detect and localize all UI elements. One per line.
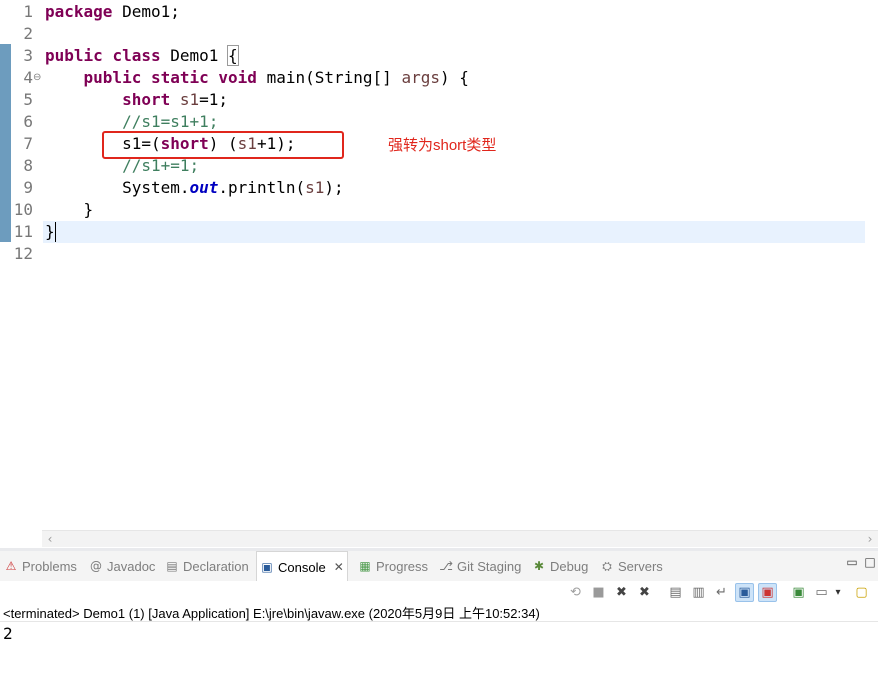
- code-line-10: }: [83, 200, 94, 219]
- code-line-1: package Demo1;: [45, 2, 180, 21]
- minimize-icon[interactable]: ▭: [845, 555, 859, 569]
- show-on-stdout-icon[interactable]: ▣: [735, 583, 754, 602]
- display-console-icon[interactable]: ▭: [812, 583, 831, 602]
- scroll-right-icon[interactable]: ›: [862, 531, 878, 547]
- line-number: 1: [23, 2, 33, 21]
- tab-problems[interactable]: ⚠ Problems: [1, 551, 80, 581]
- line-number: 12: [13, 244, 33, 263]
- change-ruler: [0, 44, 11, 242]
- console-status-line: <terminated> Demo1 (1) [Java Application…: [3, 606, 540, 621]
- matching-brace: {: [227, 45, 239, 66]
- line-number: 2: [23, 24, 33, 43]
- console-divider: [0, 621, 878, 622]
- code-line-9: System.out.println(s1);: [122, 178, 344, 197]
- servers-icon: ⛭: [602, 559, 612, 573]
- pin-console-icon[interactable]: ▣: [789, 583, 808, 602]
- declaration-icon: ▤: [166, 559, 178, 573]
- dropdown-icon[interactable]: ▾: [832, 583, 844, 602]
- text-caret: [55, 222, 56, 242]
- annotation-label: 强转为short类型: [388, 137, 497, 154]
- line-number: 4: [23, 68, 33, 87]
- console-output[interactable]: 2: [3, 624, 13, 643]
- code-editor[interactable]: 1 2 3 4 ⊖ 5 6 7 8 9 10 11 12 package Dem…: [0, 0, 878, 548]
- tab-console[interactable]: ▣ Console ✕: [256, 551, 348, 582]
- word-wrap-icon[interactable]: ↵: [712, 583, 731, 602]
- tab-javadoc[interactable]: @ Javadoc: [86, 551, 158, 581]
- stop-icon[interactable]: ■: [589, 583, 608, 602]
- tab-servers[interactable]: ⛭ Servers: [597, 551, 666, 581]
- problems-icon: ⚠: [5, 559, 17, 573]
- code-text-area[interactable]: package Demo1; public class Demo1 { publ…: [43, 0, 865, 530]
- progress-icon: ▦: [359, 559, 371, 573]
- line-number: 7: [23, 134, 33, 153]
- line-number: 11: [13, 222, 33, 241]
- maximize-icon[interactable]: □: [863, 555, 877, 569]
- line-number-gutter: 1 2 3 4 ⊖ 5 6 7 8 9 10 11 12: [11, 0, 42, 530]
- scroll-left-icon[interactable]: ‹: [42, 531, 58, 547]
- code-line-6: //s1=s1+1;: [122, 112, 219, 131]
- line-number: 5: [23, 90, 33, 109]
- tab-progress[interactable]: ▦ Progress: [355, 551, 431, 581]
- line-number: 9: [23, 178, 33, 197]
- code-line-3: public class Demo1 {: [45, 45, 239, 66]
- current-line-highlight: [43, 221, 865, 243]
- tab-debug[interactable]: ✱ Debug: [529, 551, 591, 581]
- overview-ruler: [865, 0, 878, 530]
- code-line-11: }: [45, 222, 55, 241]
- line-number: 10: [13, 200, 33, 219]
- annotation-highlight-box: [102, 131, 344, 159]
- link-icon[interactable]: ⟲: [566, 583, 585, 602]
- scroll-lock-icon[interactable]: ▥: [689, 583, 708, 602]
- open-console-icon[interactable]: ▢: [852, 583, 871, 602]
- console-icon: ▣: [261, 560, 273, 574]
- console-toolbar: ⟲ ■ ✖ ✖ ▤ ▥ ↵ ▣ ▣ ▣ ▭ ▾ ▢: [0, 581, 878, 605]
- line-number: 3: [23, 46, 33, 65]
- javadoc-icon: @: [90, 559, 102, 573]
- close-icon[interactable]: ✕: [334, 560, 344, 574]
- remove-launch-icon[interactable]: ✖: [612, 583, 631, 602]
- tab-declaration[interactable]: ▤ Declaration: [162, 551, 252, 581]
- horizontal-scrollbar[interactable]: ‹ ›: [42, 530, 878, 547]
- remove-all-icon[interactable]: ✖: [635, 583, 654, 602]
- code-line-5: short s1=1;: [122, 90, 229, 109]
- clear-console-icon[interactable]: ▤: [666, 583, 685, 602]
- tab-git-staging[interactable]: ⎇ Git Staging: [436, 551, 524, 581]
- show-on-stderr-icon[interactable]: ▣: [758, 583, 777, 602]
- line-number: 8: [23, 156, 33, 175]
- git-staging-icon: ⎇: [439, 559, 453, 573]
- collapse-icon[interactable]: ⊖: [33, 67, 42, 89]
- code-line-4: public static void main(String[] args) {: [83, 68, 469, 87]
- line-number: 6: [23, 112, 33, 131]
- debug-icon: ✱: [533, 559, 545, 573]
- views-tab-bar: ⚠ Problems @ Javadoc ▤ Declaration ▣ Con…: [0, 551, 878, 582]
